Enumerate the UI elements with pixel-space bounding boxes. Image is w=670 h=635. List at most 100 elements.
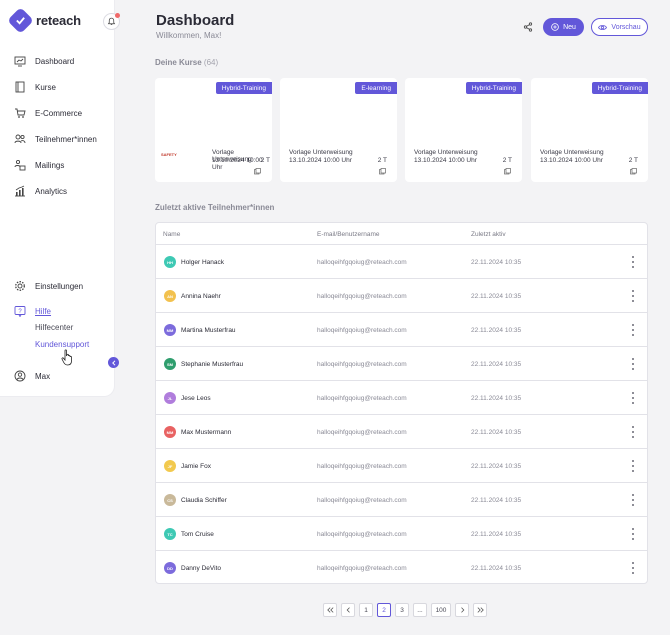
column-header-name[interactable]: Name bbox=[163, 231, 180, 238]
course-copy-icon[interactable] bbox=[254, 168, 261, 175]
course-date: 13.10.2024 10:00 Uhr bbox=[289, 157, 352, 164]
page-subtitle: Willkommen, Max! bbox=[156, 31, 222, 40]
sidebar-sub-kundensupport[interactable]: Kundensupport bbox=[35, 340, 89, 349]
sidebar-item-user[interactable]: Max bbox=[14, 370, 50, 382]
notification-bell-icon[interactable] bbox=[103, 13, 120, 30]
more-options-icon[interactable] bbox=[630, 528, 636, 540]
sidebar-item-ecommerce[interactable]: E-Commerce bbox=[14, 107, 82, 119]
more-options-icon[interactable] bbox=[630, 392, 636, 404]
preview-button-label: Vorschau bbox=[611, 23, 641, 31]
avatar: JF bbox=[164, 460, 176, 472]
sidebar-item-hilfe[interactable]: ? Hilfe bbox=[14, 305, 51, 317]
sidebar-item-analytics[interactable]: Analytics bbox=[14, 185, 67, 197]
table-row[interactable]: JL Jese Leos halloqeihfgqoiug@reteach.com 2… bbox=[156, 381, 647, 415]
table-row[interactable]: DD Danny DeVito halloqeihfgqoiug@reteach.c… bbox=[156, 551, 647, 585]
course-duration: 2 T bbox=[377, 157, 387, 164]
chevron-left-icon bbox=[111, 359, 115, 366]
sidebar-item-dashboard[interactable]: Dashboard bbox=[14, 55, 74, 67]
sidebar-item-kurse[interactable]: Kurse bbox=[14, 81, 56, 93]
courses-count: (64) bbox=[203, 58, 219, 67]
participant-email: halloqeihfgqoiug@reteach.com bbox=[317, 293, 407, 300]
last-page-button[interactable] bbox=[473, 603, 487, 617]
participant-email: halloqeihfgqoiug@reteach.com bbox=[317, 497, 407, 504]
sidebar-sub-hilfecenter[interactable]: Hilfecenter bbox=[35, 323, 73, 332]
next-page-button[interactable] bbox=[455, 603, 469, 617]
participant-email: halloqeihfgqoiug@reteach.com bbox=[317, 259, 407, 266]
course-date: 13.10.2024 10:00 Uhr bbox=[540, 157, 603, 164]
course-card[interactable]: Hybrid-Training Vorlage Unterweisung 13.… bbox=[405, 78, 522, 182]
participant-last-active: 22.11.2024 10:35 bbox=[471, 565, 522, 572]
preview-button[interactable]: Vorschau bbox=[591, 18, 648, 36]
chevrons-left-icon bbox=[326, 607, 333, 613]
sidebar-item-label: Einstellungen bbox=[35, 281, 84, 291]
participant-name: Danny DeVito bbox=[181, 565, 221, 572]
table-row[interactable]: SM Stephanie Musterfrau halloqeihfgqoiug@r… bbox=[156, 347, 647, 381]
avatar: JL bbox=[164, 392, 176, 404]
participant-last-active: 22.11.2024 10:35 bbox=[471, 361, 522, 368]
prev-page-button[interactable] bbox=[341, 603, 355, 617]
table-header: Name E-mail/Benutzername Zuletzt aktiv bbox=[156, 223, 647, 245]
sidebar-item-label: Analytics bbox=[35, 186, 68, 196]
course-card[interactable]: E-learning Vorlage Unterweisung 13.10.20… bbox=[280, 78, 397, 182]
participant-name: Holger Hanack bbox=[181, 259, 224, 266]
column-header-email[interactable]: E-mail/Benutzername bbox=[317, 231, 380, 238]
page-button[interactable]: 100 bbox=[431, 603, 451, 617]
eye-icon bbox=[598, 24, 608, 30]
course-duration: 2 T bbox=[502, 157, 512, 164]
course-type-badge: Hybrid-Training bbox=[215, 82, 272, 94]
table-row[interactable]: TC Tom Cruise halloqeihfgqoiug@reteach.com… bbox=[156, 517, 647, 551]
course-type-badge: Hybrid-Training bbox=[591, 82, 648, 94]
more-options-icon[interactable] bbox=[630, 562, 636, 574]
sidebar-item-mailings[interactable]: Mailings bbox=[14, 159, 64, 171]
logo[interactable]: reteach bbox=[7, 7, 81, 34]
sidebar: reteach Dashboard Kurse E-Commerce Teiln… bbox=[0, 0, 120, 396]
course-copy-icon[interactable] bbox=[379, 168, 386, 175]
course-card[interactable]: Hybrid-Training SAFETY Vorlage Unterweis… bbox=[155, 78, 272, 182]
more-options-icon[interactable] bbox=[630, 324, 636, 336]
participant-email: halloqeihfgqoiug@reteach.com bbox=[317, 395, 407, 402]
sidebar-item-label: E-Commerce bbox=[35, 108, 83, 118]
participant-name: Stephanie Musterfrau bbox=[181, 361, 244, 368]
more-options-icon[interactable] bbox=[630, 256, 636, 268]
sidebar-item-teilnehmer[interactable]: Teilnehmer*innen bbox=[14, 133, 97, 145]
course-card[interactable]: Hybrid-Training Vorlage Unterweisung 13.… bbox=[531, 78, 648, 182]
course-name: Vorlage Unterweisung bbox=[414, 149, 478, 156]
page-button[interactable]: 1 bbox=[359, 603, 373, 617]
new-button-label: Neu bbox=[563, 23, 576, 31]
course-type-badge: E-learning bbox=[355, 82, 397, 94]
sidebar-item-einstellungen[interactable]: Einstellungen bbox=[14, 280, 83, 292]
first-page-button[interactable] bbox=[323, 603, 337, 617]
more-options-icon[interactable] bbox=[630, 494, 636, 506]
page-button[interactable]: 3 bbox=[395, 603, 409, 617]
table-row[interactable]: AN Annina Naehr halloqeihfgqoiug@reteach.c… bbox=[156, 279, 647, 313]
table-row[interactable]: HH Holger Hanack halloqeihfgqoiug@reteach.… bbox=[156, 245, 647, 279]
sidebar-item-label: Hilfe bbox=[35, 306, 52, 316]
avatar: SM bbox=[164, 358, 176, 370]
column-header-last-active[interactable]: Zuletzt aktiv bbox=[471, 231, 506, 238]
mail-users-icon bbox=[14, 159, 26, 171]
course-name: Vorlage Unterweisung bbox=[540, 149, 604, 156]
course-type-badge: Hybrid-Training bbox=[465, 82, 522, 94]
share-icon[interactable] bbox=[523, 22, 533, 32]
course-copy-icon[interactable] bbox=[630, 168, 637, 175]
table-row[interactable]: CS Claudia Schiffer halloqeihfgqoiug@retea… bbox=[156, 483, 647, 517]
participant-last-active: 22.11.2024 10:35 bbox=[471, 259, 522, 266]
new-button[interactable]: Neu bbox=[543, 18, 584, 36]
dashboard-icon bbox=[14, 56, 26, 67]
more-options-icon[interactable] bbox=[630, 290, 636, 302]
table-row[interactable]: MM Martina Musterfrau halloqeihfgqoiug@ret… bbox=[156, 313, 647, 347]
chevron-right-icon bbox=[460, 607, 464, 613]
user-circle-icon bbox=[14, 370, 26, 382]
table-row[interactable]: JF Jamie Fox halloqeihfgqoiug@reteach.com 2… bbox=[156, 449, 647, 483]
sidebar-item-label: Dashboard bbox=[35, 56, 75, 66]
sidebar-collapse-button[interactable] bbox=[108, 357, 119, 368]
app-name: reteach bbox=[36, 13, 81, 28]
more-options-icon[interactable] bbox=[630, 358, 636, 370]
course-date: 13.10.2024 10:00 Uhr bbox=[414, 157, 477, 164]
page-title: Dashboard bbox=[156, 12, 235, 29]
more-options-icon[interactable] bbox=[630, 426, 636, 438]
table-row[interactable]: MM Max Mustermann halloqeihfgqoiug@reteach… bbox=[156, 415, 647, 449]
course-copy-icon[interactable] bbox=[504, 168, 511, 175]
more-options-icon[interactable] bbox=[630, 460, 636, 472]
page-button-current[interactable]: 2 bbox=[377, 603, 391, 617]
